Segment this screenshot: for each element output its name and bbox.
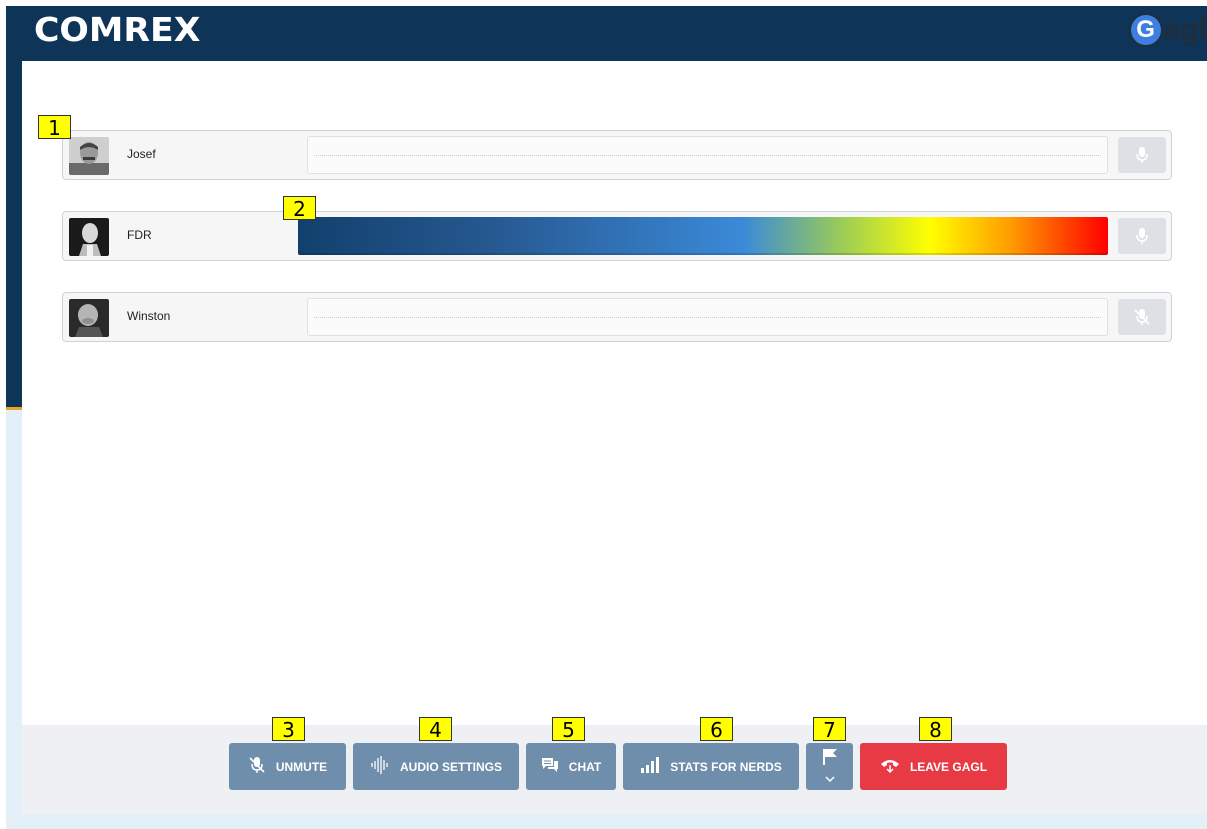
- gagl-logo: G agl: [1128, 10, 1207, 50]
- mute-participant-button[interactable]: [1118, 218, 1166, 254]
- callout-1: 1: [38, 115, 71, 140]
- hang-up-icon: [880, 757, 900, 776]
- microphone-icon: [1135, 146, 1149, 164]
- chat-button[interactable]: CHAT: [526, 743, 616, 790]
- signal-bars-icon: [640, 756, 660, 777]
- callout-6: 6: [700, 717, 733, 742]
- mute-participant-button[interactable]: [1118, 299, 1166, 335]
- callout-3: 3: [272, 717, 305, 742]
- participant-name: Winston: [127, 309, 171, 323]
- mute-participant-button[interactable]: [1118, 137, 1166, 173]
- avatar: [69, 299, 109, 337]
- chevron-down-icon: [824, 771, 835, 785]
- side-stripe: [6, 61, 22, 410]
- audio-level-meter: [307, 298, 1108, 336]
- stats-for-nerds-button[interactable]: STATS FOR NERDS: [623, 743, 799, 790]
- microphone-muted-icon: [248, 756, 266, 777]
- microphone-icon: [1135, 227, 1149, 245]
- leave-gagl-label: LEAVE GAGL: [909, 759, 988, 774]
- chat-icon: [541, 757, 559, 776]
- unmute-label: UNMUTE: [275, 759, 328, 774]
- gagl-logo-text: agl: [1163, 13, 1207, 46]
- gagl-logo-mark: G: [1128, 13, 1163, 47]
- leave-gagl-button[interactable]: LEAVE GAGL: [860, 743, 1007, 790]
- callout-2: 2: [283, 196, 316, 221]
- participant-row-josef: Josef: [62, 130, 1172, 180]
- flag-icon: [822, 748, 838, 769]
- unmute-button[interactable]: UNMUTE: [229, 743, 346, 790]
- callout-7: 7: [813, 717, 846, 742]
- stats-for-nerds-label: STATS FOR NERDS: [670, 759, 782, 774]
- microphone-muted-icon: [1133, 308, 1151, 326]
- participant-row-winston: Winston: [62, 292, 1172, 342]
- participant-name: Josef: [127, 147, 156, 161]
- audio-settings-button[interactable]: AUDIO SETTINGS: [353, 743, 519, 790]
- chat-label: CHAT: [568, 759, 602, 774]
- flag-menu-button[interactable]: [806, 743, 853, 790]
- audio-level-meter: [307, 136, 1108, 174]
- audio-level-meter: [298, 217, 1108, 255]
- avatar: [69, 218, 109, 256]
- header-bar: COMREX G agl: [6, 6, 1207, 61]
- participant-name: FDR: [127, 228, 152, 242]
- audio-settings-label: AUDIO SETTINGS: [399, 759, 502, 774]
- callout-4: 4: [419, 717, 452, 742]
- callout-5: 5: [552, 717, 585, 742]
- comrex-logo: COMREX: [34, 10, 201, 49]
- avatar: [69, 137, 109, 175]
- participant-row-fdr: FDR: [62, 211, 1172, 261]
- waveform-icon: [370, 756, 390, 777]
- callout-8: 8: [919, 717, 952, 742]
